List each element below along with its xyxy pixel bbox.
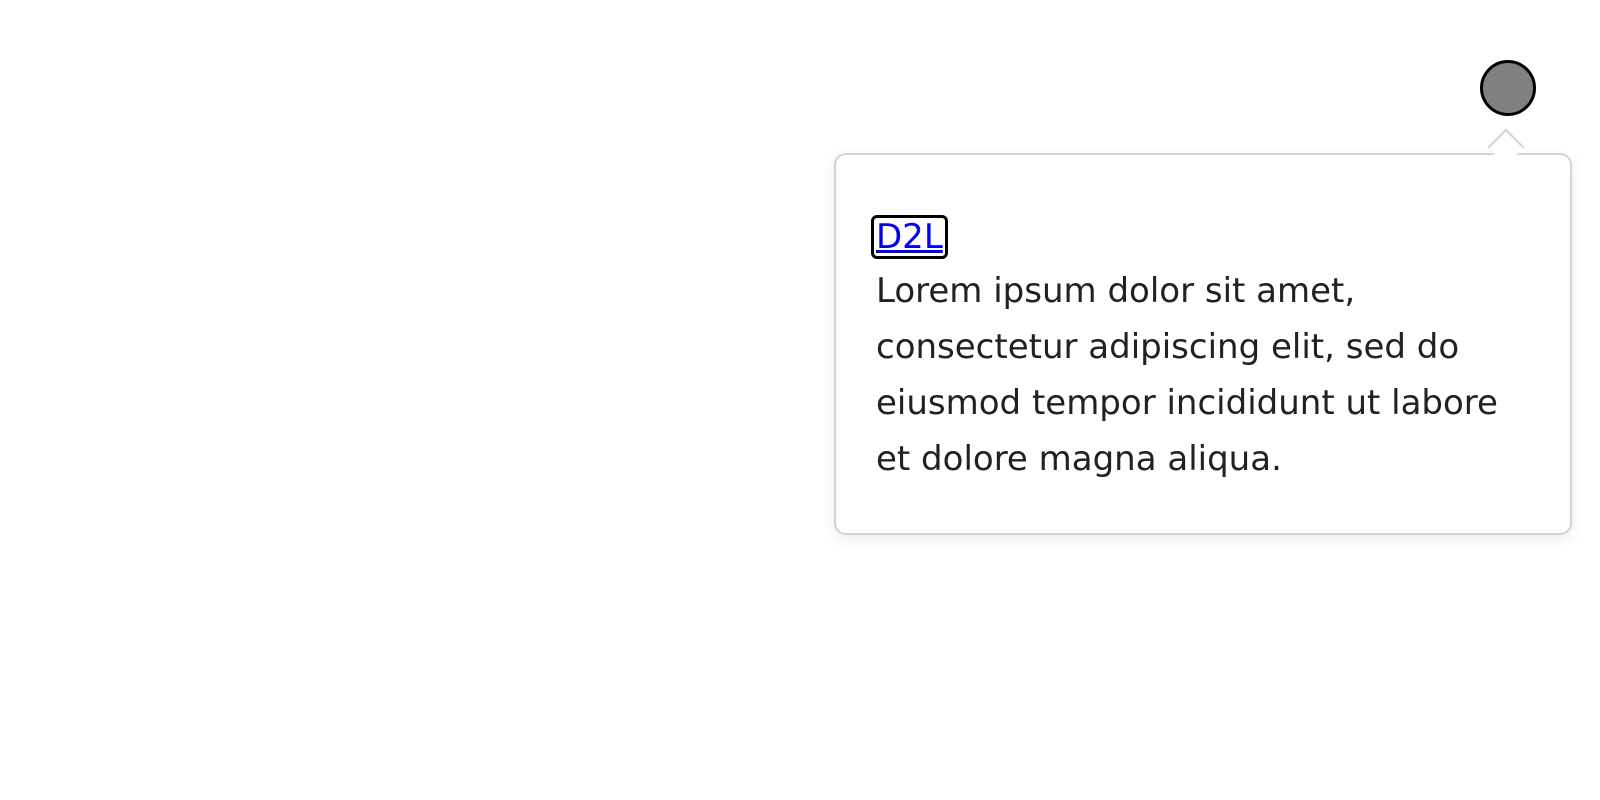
popover-opener-button[interactable] [1480,60,1536,116]
popover-content: D2L Lorem ipsum dolor sit amet, consecte… [871,209,1526,487]
page: D2L Lorem ipsum dolor sit amet, consecte… [0,0,1600,800]
d2l-link[interactable]: D2L [871,215,948,259]
popover-dialog: D2L Lorem ipsum dolor sit amet, consecte… [834,153,1572,535]
popover-body-text: Lorem ipsum dolor sit amet, consectetur … [876,271,1498,479]
